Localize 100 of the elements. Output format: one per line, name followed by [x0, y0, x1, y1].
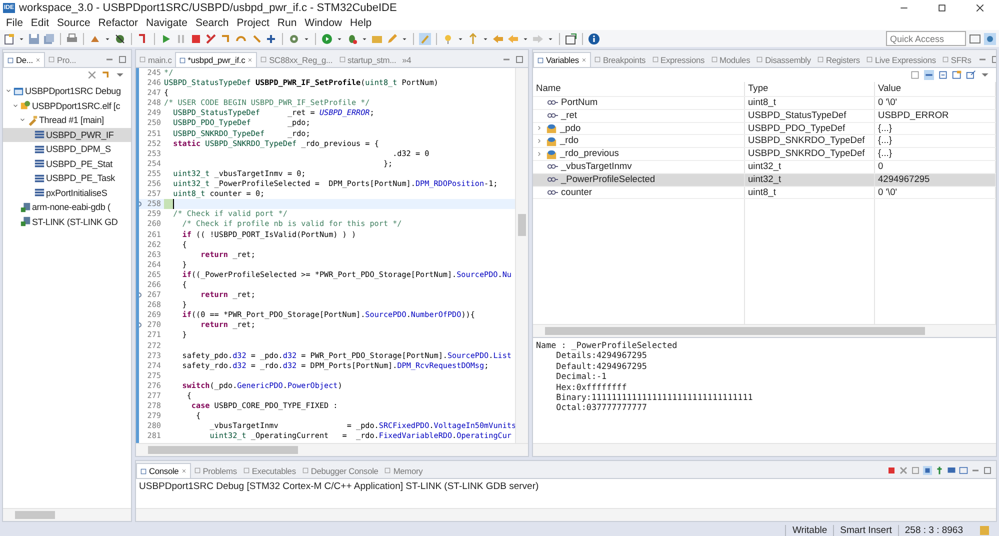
variable-row[interactable]: _rdo_previous USBPD_SNKRDO_TypeDef {...}	[533, 148, 996, 161]
variable-row[interactable]: _rdo USBPD_SNKRDO_TypeDef {...}	[533, 135, 996, 148]
scrollbar-thumb[interactable]	[148, 446, 298, 454]
close-icon[interactable]	[247, 57, 254, 63]
tab[interactable]: SC88xx_Reg_g...	[257, 52, 336, 67]
debug-icon[interactable]	[114, 32, 126, 44]
new-console-icon[interactable]	[959, 466, 968, 475]
menu-item[interactable]: Refactor	[94, 17, 142, 29]
tab[interactable]: De...	[3, 52, 45, 67]
save-all-icon[interactable]	[43, 32, 55, 44]
gear-icon[interactable]	[288, 32, 300, 44]
more-tabs-indicator[interactable]: »4	[399, 52, 414, 67]
new-file-icon[interactable]	[3, 32, 15, 44]
tab[interactable]: startup_stm...	[336, 52, 400, 67]
scrollbar-thumb[interactable]	[518, 214, 526, 236]
step-filter-icon[interactable]	[101, 70, 111, 80]
disconnect-icon[interactable]	[205, 32, 217, 44]
perspective-icon[interactable]	[969, 32, 981, 44]
show-type-names-icon[interactable]	[924, 70, 934, 80]
close-icon[interactable]	[34, 57, 41, 63]
menu-item[interactable]: Run	[273, 17, 301, 29]
menu-item[interactable]: Navigate	[142, 17, 192, 29]
scroll-lock-icon[interactable]	[923, 466, 932, 475]
tab[interactable]: Memory	[381, 463, 426, 478]
clear-console-icon[interactable]	[911, 466, 920, 475]
tab[interactable]: Live Expressions	[862, 52, 939, 67]
tree-item[interactable]: USBPDport1SRC Debug	[3, 84, 131, 98]
menu-item[interactable]: Source	[53, 17, 94, 29]
quick-access-field[interactable]: Quick Access	[886, 31, 966, 46]
stack-frame-icon	[34, 187, 45, 198]
menu-item[interactable]: Help	[346, 17, 376, 29]
stop-icon[interactable]	[190, 32, 202, 44]
tab[interactable]: Pro...	[44, 52, 80, 67]
variable-row[interactable]: _ret USBPD_StatusTypeDef USBPD_ERROR	[533, 110, 996, 123]
tab[interactable]: Executables	[240, 463, 299, 478]
tree-item[interactable]: arm-none-eabi-gdb (	[3, 200, 131, 214]
resume-icon[interactable]	[160, 32, 172, 44]
scrollbar-thumb[interactable]	[545, 327, 925, 335]
collapse-icon[interactable]	[938, 70, 948, 80]
tab[interactable]: Breakpoints	[590, 52, 649, 67]
tab[interactable]: Debugger Console	[298, 463, 382, 478]
step-into-icon[interactable]	[220, 32, 232, 44]
menu-item[interactable]: Edit	[26, 17, 54, 29]
column-header[interactable]: Value	[875, 82, 996, 96]
pin-icon[interactable]	[935, 466, 944, 475]
tree-item[interactable]: Thread #1 [main]	[3, 113, 131, 128]
tab[interactable]: *usbpd_pwr_if.c	[174, 52, 258, 67]
tree-item[interactable]: USBPDport1SRC.elf [c	[3, 98, 131, 113]
tab[interactable]: Variables	[533, 52, 591, 67]
tree-item[interactable]: pxPortInitialiseS	[3, 186, 131, 200]
print-icon[interactable]	[66, 32, 78, 44]
variable-row[interactable]: counter uint8_t 0 '\0'	[533, 186, 996, 200]
save-icon[interactable]	[28, 32, 40, 44]
variable-row[interactable]: _pdo USBPD_PDO_TypeDef {...}	[533, 122, 996, 136]
info-icon[interactable]	[588, 32, 600, 44]
tab[interactable]: Modules	[708, 52, 754, 67]
tree-item[interactable]: USBPD_DPM_S	[3, 142, 131, 156]
menu-item[interactable]: Project	[232, 17, 274, 29]
terminate-icon[interactable]	[887, 466, 896, 475]
new-view-icon[interactable]	[952, 70, 962, 80]
tree-item[interactable]: ST-LINK (ST-LINK GD	[3, 214, 131, 229]
close-icon[interactable]	[580, 57, 587, 63]
tree-item[interactable]: USBPD_PWR_IF	[3, 128, 131, 142]
annotation-next-icon[interactable]	[442, 32, 454, 44]
remove-launch-icon[interactable]	[899, 466, 908, 475]
tab[interactable]: Registers	[814, 52, 863, 67]
maximize-icon[interactable]	[937, 3, 947, 13]
instruction-step-icon[interactable]	[265, 32, 277, 44]
collapse-all-icon[interactable]	[910, 70, 920, 80]
close-icon[interactable]	[975, 3, 985, 13]
tab[interactable]: Disassembly	[753, 52, 814, 67]
menu-item[interactable]: Search	[191, 17, 233, 29]
run-icon[interactable]	[321, 32, 333, 44]
debug-perspective-icon[interactable]	[984, 32, 996, 44]
tab[interactable]: SFRs	[938, 52, 974, 67]
menu-item[interactable]: File	[2, 17, 27, 29]
remove-terminated-icon[interactable]	[87, 70, 97, 80]
scrollbar[interactable]	[136, 508, 996, 521]
column-header[interactable]: Type	[745, 82, 875, 96]
export-icon[interactable]	[966, 70, 976, 80]
suspend-icon[interactable]	[175, 32, 187, 44]
menu-item[interactable]: Window	[300, 17, 346, 29]
column-header[interactable]: Name	[533, 82, 745, 96]
brush-icon[interactable]	[419, 32, 431, 44]
back-icon[interactable]	[492, 32, 504, 44]
tree-item[interactable]: USBPD_PE_Stat	[3, 156, 131, 171]
close-icon[interactable]	[180, 468, 187, 474]
tab[interactable]: Expressions	[648, 52, 708, 67]
tab[interactable]: main.c	[136, 52, 175, 67]
open-window-icon[interactable]	[565, 32, 577, 44]
scrollbar[interactable]	[533, 443, 996, 456]
tab[interactable]: Problems	[190, 463, 240, 478]
variable-row[interactable]: PortNum uint8_t 0 '\0'	[533, 97, 996, 110]
scrollbar-thumb[interactable]	[15, 511, 55, 519]
tab[interactable]: Console	[136, 463, 191, 478]
tree-item[interactable]: USBPD_PE_Task	[3, 171, 131, 186]
variable-row[interactable]: _PowerProfileSelected uint32_t 4294967295	[533, 174, 996, 187]
pencil-icon[interactable]	[386, 32, 398, 44]
bug-icon[interactable]	[346, 32, 358, 44]
display-console-icon[interactable]	[947, 466, 956, 475]
